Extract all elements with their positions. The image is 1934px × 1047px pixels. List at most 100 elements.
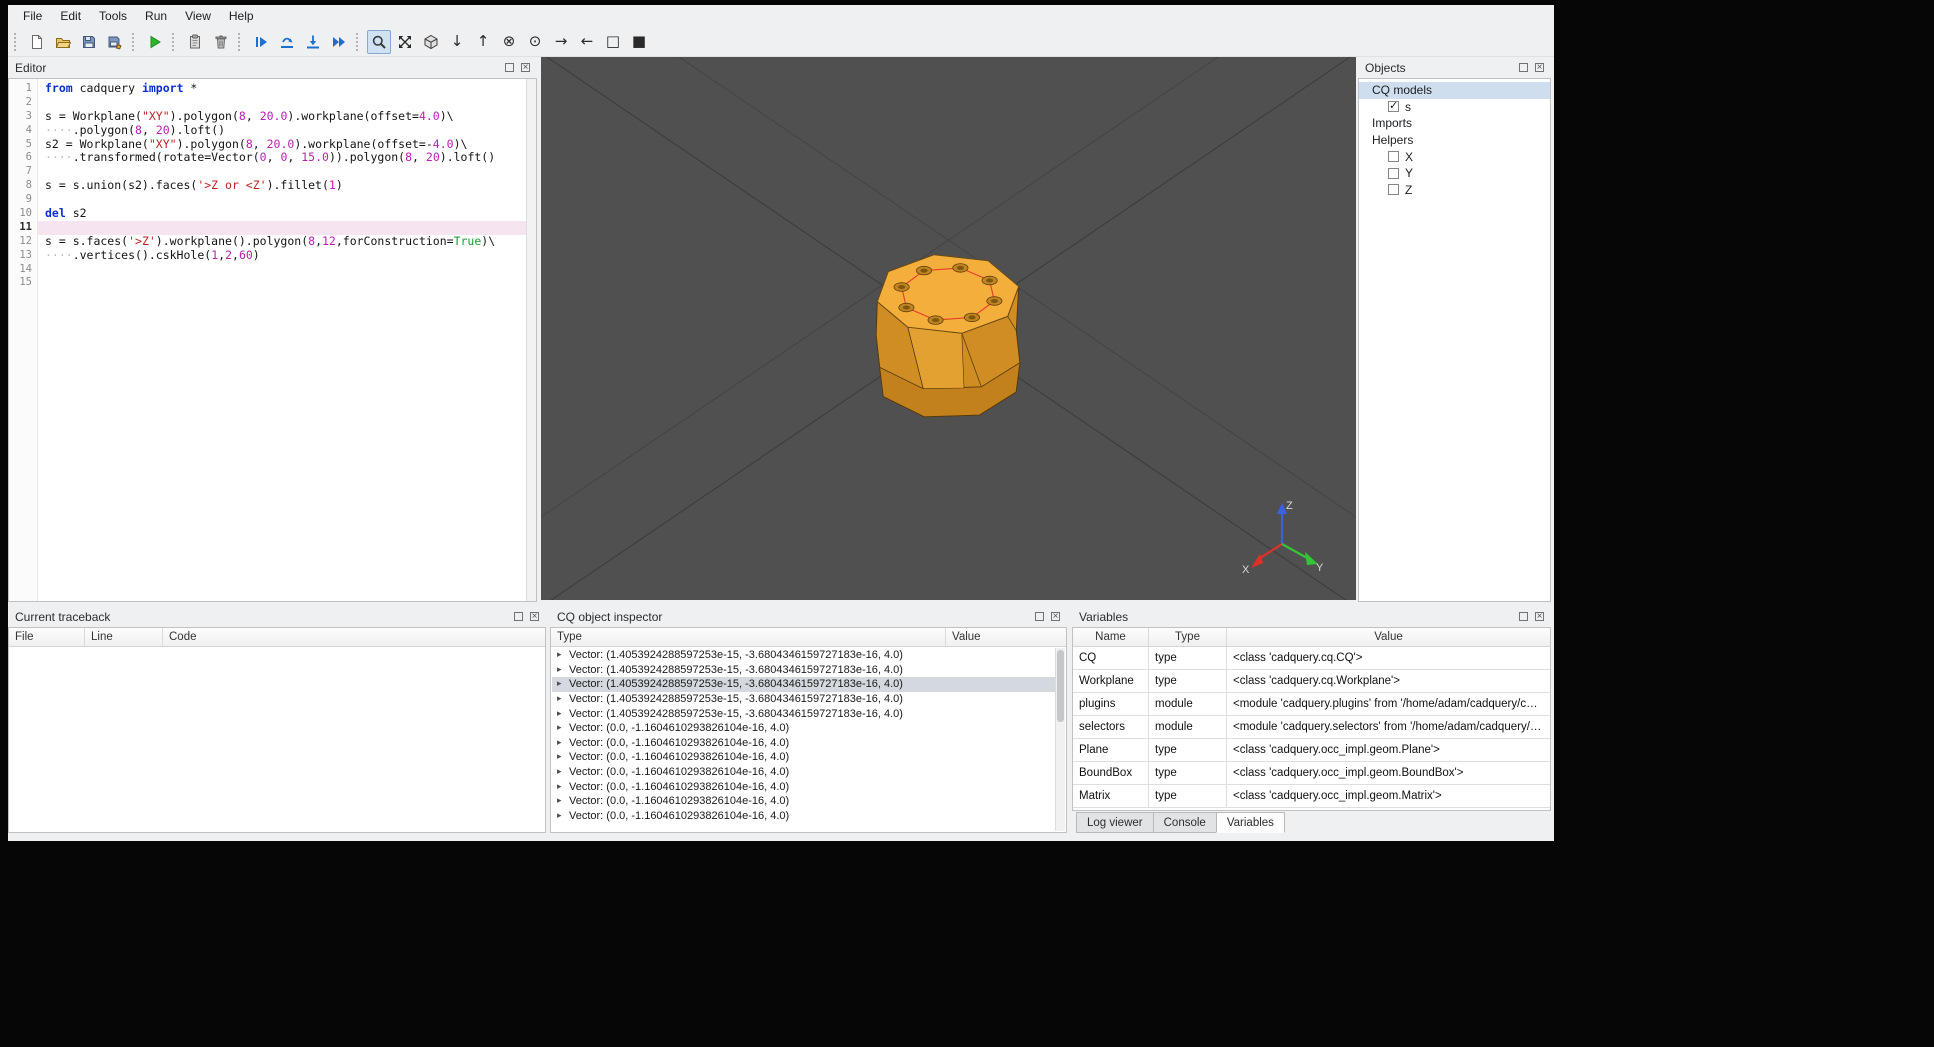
tab-variables[interactable]: Variables: [1215, 812, 1285, 833]
menu-item-file[interactable]: File: [14, 6, 51, 26]
shaded-view-icon[interactable]: ■: [627, 30, 651, 54]
tab-console[interactable]: Console: [1152, 812, 1217, 833]
checkbox-s[interactable]: ✓: [1388, 99, 1399, 113]
expand-arrow-icon[interactable]: ▸: [557, 765, 562, 780]
expand-arrow-icon[interactable]: ▸: [557, 721, 562, 736]
tree-item-s[interactable]: ✓ s: [1359, 99, 1550, 116]
inspector-row[interactable]: ▸ Vector: (0.0, -1.1604610293826104e-16, …: [552, 794, 1055, 809]
expand-arrow-icon[interactable]: ▸: [557, 794, 562, 809]
close-panel-icon[interactable]: ×: [1535, 612, 1544, 622]
front-view-icon[interactable]: ⊗: [497, 30, 521, 54]
delete-icon[interactable]: [209, 30, 233, 54]
iso-view-icon[interactable]: [419, 30, 443, 54]
close-panel-icon[interactable]: ×: [1535, 63, 1544, 73]
save-icon[interactable]: [77, 30, 101, 54]
variables-column-type[interactable]: Type: [1149, 628, 1227, 646]
3d-viewport[interactable]: Z X Y: [541, 57, 1356, 600]
tree-item-x[interactable]: X: [1359, 148, 1550, 165]
inspector-row[interactable]: ▸ Vector: (0.0, -1.1604610293826104e-16, …: [552, 750, 1055, 765]
tree-item-imports[interactable]: Imports: [1359, 115, 1550, 132]
close-panel-icon[interactable]: ×: [1051, 612, 1060, 622]
variable-value: <class 'cadquery.occ_impl.geom.BoundBox'…: [1233, 767, 1464, 779]
inspector-row[interactable]: ▸ Vector: (1.4053924288597253e-15, -3.680…: [552, 677, 1055, 692]
expand-arrow-icon[interactable]: ▸: [557, 780, 562, 795]
menu-item-tools[interactable]: Tools: [90, 6, 136, 26]
tab-log-viewer[interactable]: Log viewer: [1076, 812, 1154, 833]
debug-icon[interactable]: [249, 30, 273, 54]
traceback-column-code[interactable]: Code: [163, 628, 545, 646]
checkbox-x[interactable]: [1388, 151, 1399, 163]
close-panel-icon[interactable]: ×: [521, 63, 530, 73]
traceback-column-file[interactable]: File: [9, 628, 85, 646]
wireframe-view-icon-glyph: □: [605, 32, 621, 50]
right-view-icon[interactable]: →: [549, 30, 573, 54]
wireframe-view-icon[interactable]: □: [601, 30, 625, 54]
inspector-column-type[interactable]: Type: [551, 628, 946, 646]
expand-arrow-icon[interactable]: ▸: [557, 663, 562, 678]
float-panel-icon[interactable]: [505, 63, 514, 72]
inspector-scrollbar-thumb[interactable]: [1057, 650, 1064, 722]
inspector-scrollbar[interactable]: [1055, 648, 1065, 831]
render-icon[interactable]: [143, 30, 167, 54]
open-file-icon[interactable]: [51, 30, 75, 54]
variable-row-workplane[interactable]: Workplane type <class 'cadquery.cq.Workpla…: [1073, 670, 1550, 693]
save-as-icon[interactable]: [103, 30, 127, 54]
fit-view-icon[interactable]: [393, 30, 417, 54]
close-panel-icon[interactable]: ×: [530, 612, 539, 622]
menu-item-edit[interactable]: Edit: [51, 6, 90, 26]
expand-arrow-icon[interactable]: ▸: [557, 692, 562, 707]
expand-arrow-icon[interactable]: ▸: [557, 707, 562, 722]
expand-arrow-icon[interactable]: ▸: [557, 677, 562, 692]
variables-column-value[interactable]: Value: [1227, 628, 1550, 646]
copy-icon[interactable]: [183, 30, 207, 54]
expand-arrow-icon[interactable]: ▸: [557, 750, 562, 765]
code-editor[interactable]: 1 2 3 4 5 6 7 8 9 10 11 12 13 14 15 from cadquery impo…: [8, 78, 537, 602]
inspector-row[interactable]: ▸ Vector: (1.4053924288597253e-15, -3.680…: [552, 663, 1055, 678]
tree-item-cq-models[interactable]: CQ models: [1359, 82, 1550, 99]
inspector-row[interactable]: ▸ Vector: (1.4053924288597253e-15, -3.680…: [552, 692, 1055, 707]
float-panel-icon[interactable]: [1519, 612, 1528, 621]
step-icon[interactable]: [275, 30, 299, 54]
expand-arrow-icon[interactable]: ▸: [557, 736, 562, 751]
new-file-icon[interactable]: [25, 30, 49, 54]
inspector-row[interactable]: ▸ Vector: (0.0, -1.1604610293826104e-16, …: [552, 721, 1055, 736]
inspector-row[interactable]: ▸ Vector: (0.0, -1.1604610293826104e-16, …: [552, 736, 1055, 751]
traceback-column-line[interactable]: Line: [85, 628, 163, 646]
variable-row-matrix[interactable]: Matrix type <class 'cadquery.occ_impl.geom…: [1073, 785, 1550, 808]
variables-column-name[interactable]: Name: [1073, 628, 1149, 646]
inspector-row[interactable]: ▸ Vector: (0.0, -1.1604610293826104e-16, …: [552, 780, 1055, 795]
variable-row-plane[interactable]: Plane type <class 'cadquery.occ_impl.geom.…: [1073, 739, 1550, 762]
float-panel-icon[interactable]: [1519, 63, 1528, 72]
bottom-view-icon[interactable]: ↓: [445, 30, 469, 54]
checkbox-y[interactable]: [1388, 167, 1399, 179]
line-number: 4: [25, 123, 32, 136]
editor-scrollbar[interactable]: [526, 79, 536, 601]
tree-item-helpers[interactable]: Helpers: [1359, 132, 1550, 149]
float-panel-icon[interactable]: [514, 612, 523, 621]
inspector-row[interactable]: ▸ Vector: (0.0, -1.1604610293826104e-16, …: [552, 765, 1055, 780]
tree-item-y[interactable]: Y: [1359, 165, 1550, 182]
variable-row-selectors[interactable]: selectors module <module 'cadquery.selecto…: [1073, 716, 1550, 739]
back-view-icon[interactable]: ⊙: [523, 30, 547, 54]
menu-item-view[interactable]: View: [176, 6, 220, 26]
variable-row-cq[interactable]: CQ type <class 'cadquery.cq.CQ'>: [1073, 647, 1550, 670]
left-view-icon[interactable]: ←: [575, 30, 599, 54]
continue-icon[interactable]: [327, 30, 351, 54]
variable-row-boundbox[interactable]: BoundBox type <class 'cadquery.occ_impl.ge…: [1073, 762, 1550, 785]
checkbox-z[interactable]: [1388, 184, 1399, 196]
code-area[interactable]: from cadquery import * s = Workplane("XY"…: [38, 79, 526, 601]
inspector-row[interactable]: ▸ Vector: (1.4053924288597253e-15, -3.680…: [552, 648, 1055, 663]
step-in-icon[interactable]: [301, 30, 325, 54]
top-view-icon[interactable]: ↑: [471, 30, 495, 54]
inspector-column-value[interactable]: Value: [946, 628, 1066, 646]
variable-row-plugins[interactable]: plugins module <module 'cadquery.plugins' …: [1073, 693, 1550, 716]
menu-item-run[interactable]: Run: [136, 6, 176, 26]
float-panel-icon[interactable]: [1035, 612, 1044, 621]
inspector-row[interactable]: ▸ Vector: (1.4053924288597253e-15, -3.680…: [552, 707, 1055, 722]
tree-item-z[interactable]: Z: [1359, 182, 1550, 199]
expand-arrow-icon[interactable]: ▸: [557, 648, 562, 663]
menu-item-help[interactable]: Help: [220, 6, 263, 26]
zoom-tool-icon[interactable]: [367, 29, 391, 54]
expand-arrow-icon[interactable]: ▸: [557, 809, 562, 824]
inspector-row[interactable]: ▸ Vector: (0.0, -1.1604610293826104e-16, …: [552, 809, 1055, 824]
